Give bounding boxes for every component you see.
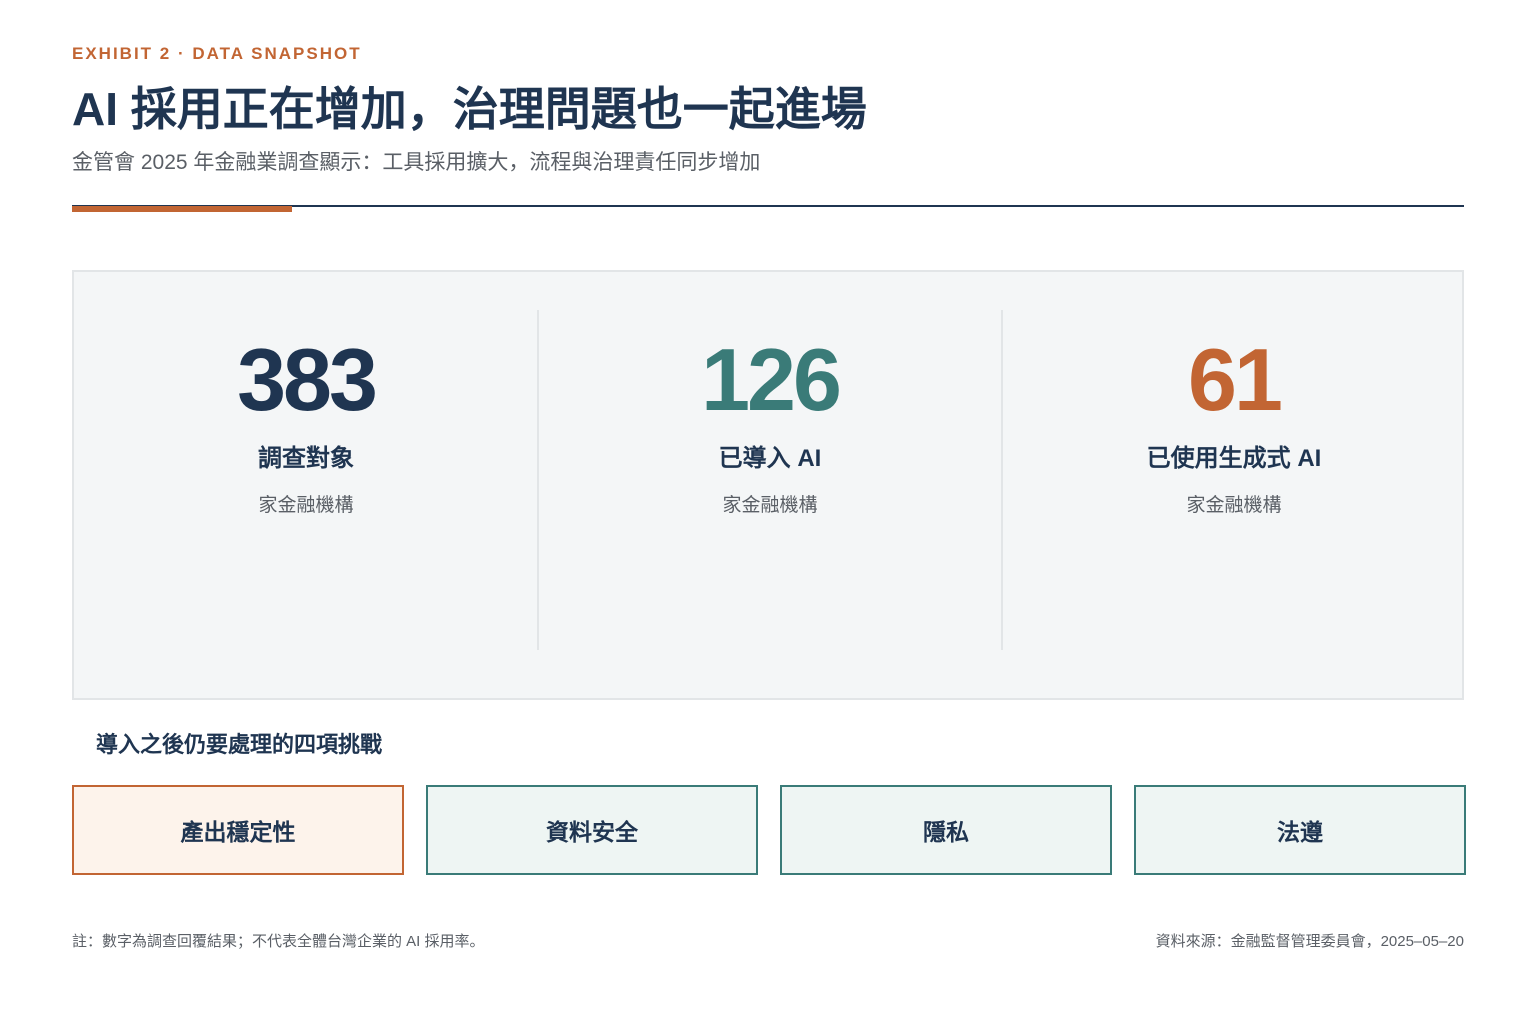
page-subtitle: 金管會 2025 年金融業調查顯示：工具採用擴大，流程與治理責任同步增加 [72,151,761,174]
challenge-data-security: 資料安全 [426,785,758,875]
stat-label: 已導入 AI [718,445,822,472]
page-title: AI 採用正在增加，治理問題也一起進場 [72,83,867,135]
challenge-output-stability: 產出穩定性 [72,785,404,875]
stat-unit: 家金融機構 [722,495,818,516]
stat-label: 調查對象 [258,445,354,472]
eyebrow-label: EXHIBIT 2 · DATA SNAPSHOT [72,44,362,63]
stat-number: 61 [1188,330,1283,429]
stat-unit: 家金融機構 [1186,495,1282,516]
challenges-heading: 導入之後仍要處理的四項挑戰 [96,732,383,757]
stat-genai-used: 61 已使用生成式 AI 家金融機構 [1002,272,1466,698]
stat-ai-adopted: 126 已導入 AI 家金融機構 [538,272,1002,698]
stats-panel: 383 調查對象 家金融機構 126 已導入 AI 家金融機構 61 已使用生成… [72,270,1464,700]
stat-label: 已使用生成式 AI [1146,445,1322,472]
challenge-privacy: 隱私 [780,785,1112,875]
stat-survey: 383 調查對象 家金融機構 [74,272,538,698]
stat-number: 126 [701,330,842,429]
challenge-compliance: 法遵 [1134,785,1466,875]
stat-unit: 家金融機構 [258,495,354,516]
stat-number: 383 [237,330,378,429]
header-accent-bar [72,206,292,212]
footnote: 註：數字為調查回覆結果；不代表全體台灣企業的 AI 採用率。 [72,933,485,950]
source-note: 資料來源：金融監督管理委員會，2025–05–20 [1155,933,1464,950]
